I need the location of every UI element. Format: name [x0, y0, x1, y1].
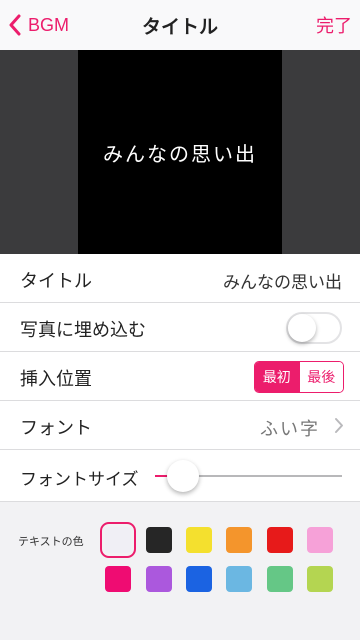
font-size-row: フォントサイズ	[0, 450, 360, 502]
navigation-bar: BGM タイトル 完了	[0, 0, 360, 50]
chevron-right-icon	[335, 418, 343, 433]
color-swatch[interactable]	[105, 566, 131, 592]
font-size-slider-track[interactable]	[155, 460, 342, 492]
color-swatch[interactable]	[307, 527, 333, 553]
title-preview-frame: みんなの思い出	[78, 50, 282, 254]
title-row[interactable]: タイトル みんなの思い出	[0, 254, 360, 303]
font-row-label: フォント	[20, 418, 92, 439]
color-swatch[interactable]	[226, 527, 252, 553]
color-swatch[interactable]	[186, 527, 212, 553]
font-row-value: ふい字	[260, 419, 320, 440]
title-row-value[interactable]: みんなの思い出	[223, 268, 342, 293]
settings-list: タイトル みんなの思い出 写真に埋め込む 挿入位置 最初 最後 フォント ふい字…	[0, 254, 360, 502]
position-last-segment[interactable]: 最後	[298, 362, 343, 392]
color-swatch[interactable]	[146, 566, 172, 592]
color-swatch[interactable]	[186, 566, 212, 592]
embed-in-photo-row: 写真に埋め込む	[0, 303, 360, 352]
color-swatch[interactable]	[267, 527, 293, 553]
font-row[interactable]: フォント ふい字	[0, 401, 360, 450]
position-first-segment[interactable]: 最初	[255, 362, 299, 392]
page-title: タイトル	[141, 16, 218, 38]
preview-title-text: みんなの思い出	[103, 141, 257, 166]
color-swatch[interactable]	[267, 566, 293, 592]
insert-position-segmented-control: 最初 最後	[254, 361, 344, 393]
title-preview-area: みんなの思い出	[0, 50, 360, 254]
title-row-label: タイトル	[20, 271, 92, 292]
color-swatch[interactable]	[307, 566, 333, 592]
font-size-label: フォントサイズ	[20, 470, 139, 490]
insert-position-label: 挿入位置	[20, 369, 92, 390]
color-swatch[interactable]	[146, 527, 172, 553]
embed-in-photo-label: 写真に埋め込む	[20, 320, 146, 341]
done-button[interactable]: 完了	[316, 12, 352, 38]
color-swatch[interactable]	[226, 566, 252, 592]
color-swatch[interactable]	[100, 522, 136, 558]
embed-in-photo-toggle[interactable]	[286, 312, 342, 344]
toggle-knob	[288, 314, 316, 342]
font-size-slider-thumb[interactable]	[167, 460, 199, 492]
insert-position-row: 挿入位置 最初 最後	[0, 352, 360, 401]
text-color-label: テキストの色	[18, 535, 84, 548]
text-color-section: テキストの色	[0, 502, 360, 618]
